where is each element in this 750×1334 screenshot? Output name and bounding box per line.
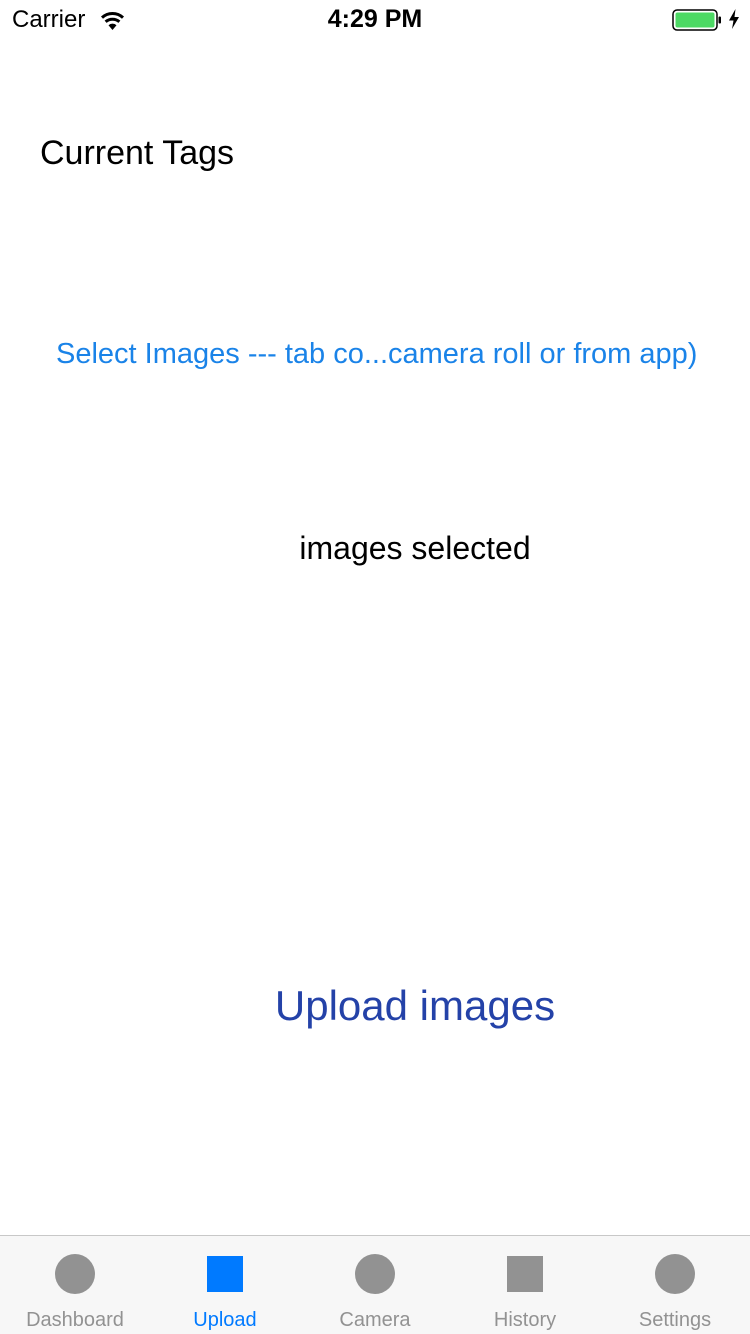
settings-tab-icon xyxy=(655,1254,695,1294)
screen: Carrier 4:29 PM Current Tags Select Imag… xyxy=(0,0,750,1334)
tab-upload[interactable]: Upload xyxy=(150,1236,300,1334)
status-bar: Carrier 4:29 PM xyxy=(0,0,750,40)
tab-label: Upload xyxy=(193,1309,257,1331)
camera-tab-icon xyxy=(355,1254,395,1294)
tab-bar: Dashboard Upload Camera History Settings xyxy=(0,1235,750,1334)
tab-label: History xyxy=(493,1309,557,1331)
tab-label: Dashboard xyxy=(26,1309,124,1331)
tab-label: Camera xyxy=(339,1309,411,1331)
upload-images-button[interactable]: Upload images xyxy=(0,982,750,1030)
tab-dashboard[interactable]: Dashboard xyxy=(0,1236,150,1334)
dashboard-tab-icon xyxy=(55,1254,95,1294)
images-selected-label: images selected xyxy=(299,530,531,566)
current-tags-label: Current Tags xyxy=(40,134,235,172)
tab-settings[interactable]: Settings xyxy=(600,1236,750,1334)
upload-tab-icon xyxy=(207,1256,243,1292)
clock: 4:29 PM xyxy=(327,5,423,33)
tab-label: Settings xyxy=(638,1309,712,1331)
tab-camera[interactable]: Camera xyxy=(300,1236,450,1334)
battery-icon xyxy=(672,9,721,31)
history-tab-icon xyxy=(507,1256,543,1292)
tab-history[interactable]: History xyxy=(450,1236,600,1334)
charging-bolt-icon xyxy=(729,9,739,29)
select-images-button[interactable]: Select Images --- tab co...camera roll o… xyxy=(56,338,697,371)
